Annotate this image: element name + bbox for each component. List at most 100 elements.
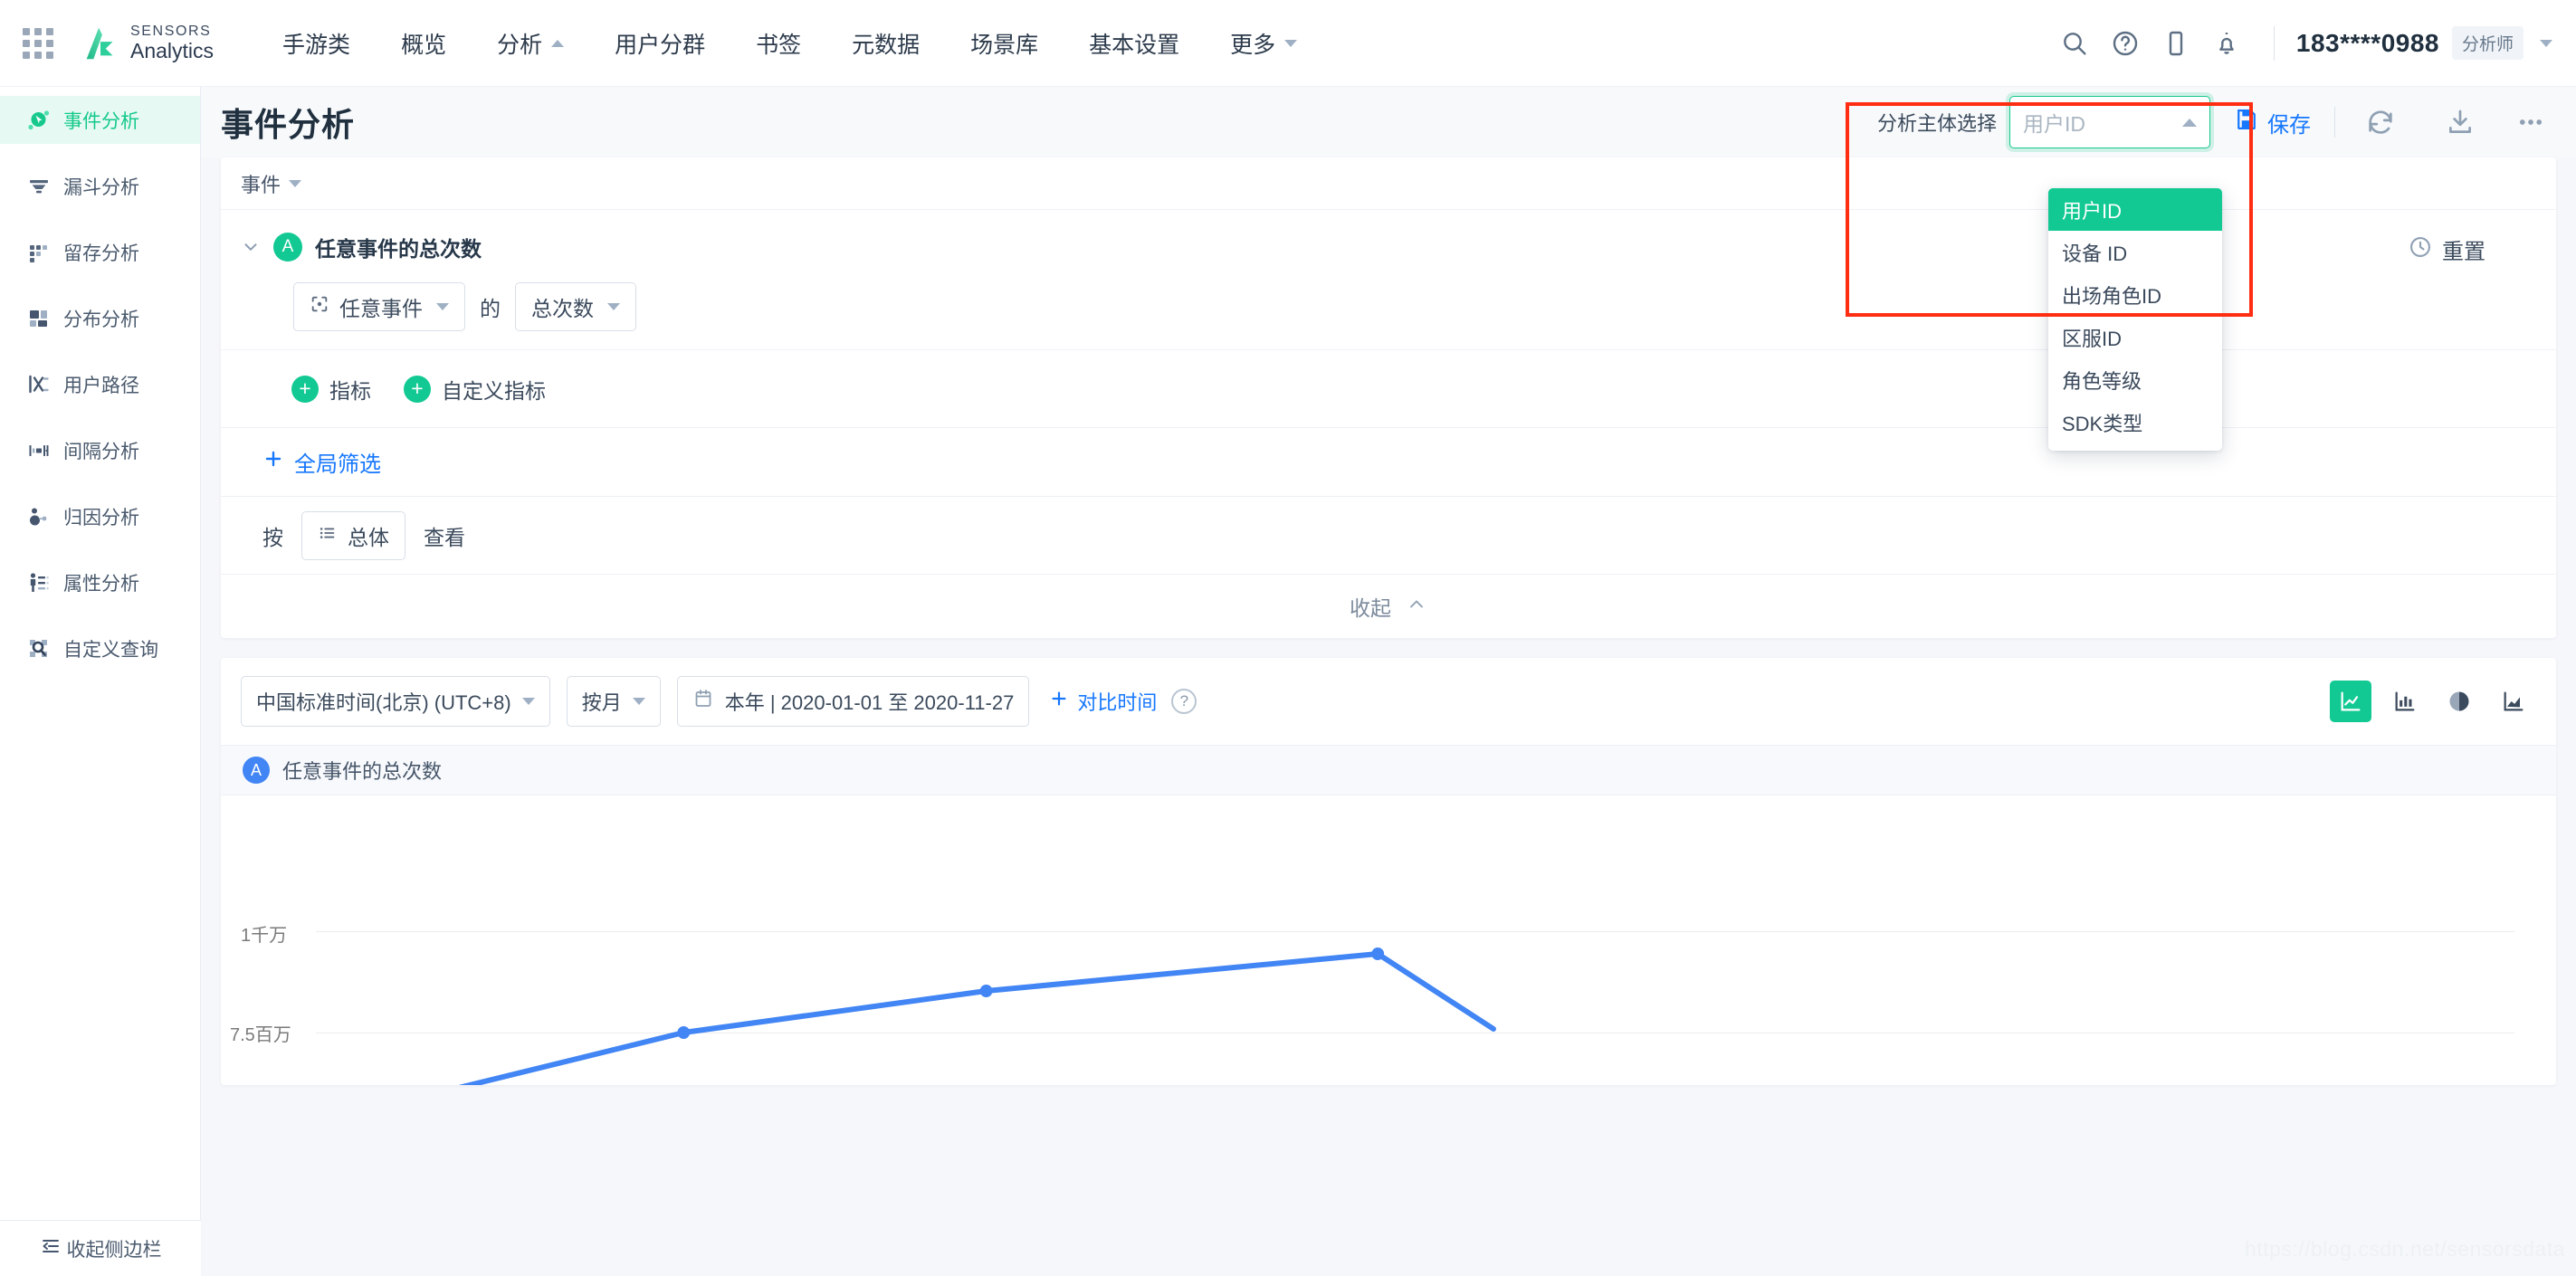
collapse-sidebar-label: 收起侧边栏 bbox=[66, 1239, 162, 1261]
download-icon[interactable] bbox=[2438, 100, 2482, 144]
refresh-icon[interactable] bbox=[2359, 100, 2402, 144]
group-by-row: 按 总体 查看 bbox=[221, 497, 2556, 575]
nav-link-4[interactable]: 书签 bbox=[730, 0, 826, 86]
pie-chart-icon[interactable] bbox=[2438, 681, 2480, 722]
sidebar-item-label: 漏斗分析 bbox=[63, 176, 139, 198]
sidebar-item-custom-query[interactable]: 自定义查询 bbox=[0, 624, 200, 672]
reset-button[interactable]: 重置 bbox=[2408, 233, 2485, 265]
nav-links: 手游类 概览 分析 用户分群 书签 元数据 场景库 基本设置 更多 bbox=[257, 0, 1322, 86]
clock-icon bbox=[2408, 234, 2433, 264]
sidebar-item-event-analysis[interactable]: 事件分析 bbox=[0, 96, 200, 144]
help-circle-icon[interactable] bbox=[2100, 18, 2151, 69]
dropdown-option-label: 设备 ID bbox=[2062, 242, 2128, 265]
reset-label: 重置 bbox=[2442, 240, 2485, 264]
area-chart-icon[interactable] bbox=[2493, 681, 2534, 722]
event-tab-dropdown[interactable]: 事件 bbox=[241, 169, 302, 198]
dropdown-option-4[interactable]: 角色等级 bbox=[2048, 358, 2222, 401]
sidebar-item-attribute-analysis[interactable]: 属性分析 bbox=[0, 558, 200, 606]
plus-icon bbox=[262, 448, 284, 476]
search-icon[interactable] bbox=[2049, 18, 2100, 69]
sidebar-item-label: 事件分析 bbox=[63, 110, 139, 132]
nav-link-label: 手游类 bbox=[282, 32, 351, 58]
dropdown-option-5[interactable]: SDK类型 bbox=[2048, 401, 2222, 443]
dropdown-option-3[interactable]: 区服ID bbox=[2048, 316, 2222, 358]
custom-query-search-icon bbox=[27, 637, 51, 661]
dropdown-option-2[interactable]: 出场角色ID bbox=[2048, 273, 2222, 316]
plus-icon bbox=[1049, 689, 1069, 714]
save-disk-icon bbox=[2234, 107, 2259, 138]
add-metric-button[interactable]: + 指标 bbox=[291, 374, 371, 405]
group-by-selector[interactable]: 总体 bbox=[301, 510, 405, 560]
bar-chart-icon[interactable] bbox=[2384, 681, 2426, 722]
add-global-filter-button[interactable]: 全局筛选 bbox=[262, 446, 381, 478]
nav-link-5[interactable]: 元数据 bbox=[826, 0, 945, 86]
granularity-selector[interactable]: 按月 bbox=[566, 676, 661, 727]
save-button[interactable]: 保存 bbox=[2234, 107, 2311, 138]
sidebar-item-attribution-analysis[interactable]: 归因分析 bbox=[0, 492, 200, 540]
page-title: 事件分析 bbox=[221, 106, 356, 143]
sidebar-item-label: 分布分析 bbox=[63, 309, 139, 330]
chevron-down-icon bbox=[2540, 39, 2552, 47]
add-custom-metric-label: 自定义指标 bbox=[442, 378, 546, 403]
chevron-down-icon[interactable] bbox=[241, 237, 261, 257]
dropdown-option-0[interactable]: 用户ID bbox=[2048, 188, 2222, 231]
sidebar-item-retention-analysis[interactable]: 留存分析 bbox=[0, 228, 200, 276]
nav-link-3[interactable]: 用户分群 bbox=[589, 0, 730, 86]
page-header-actions: 分析主体选择 用户ID 保存 bbox=[1877, 96, 2552, 148]
line-chart-icon[interactable] bbox=[2330, 681, 2371, 722]
page-header: 事件分析 分析主体选择 用户ID 保存 bbox=[201, 87, 2576, 157]
collapse-sidebar-button[interactable]: 收起侧边栏 bbox=[0, 1220, 201, 1276]
collapse-query-button[interactable]: 收起 bbox=[221, 575, 2556, 638]
group-by-value: 总体 bbox=[348, 525, 389, 549]
series-header: A 任意事件的总次数 bbox=[221, 745, 2556, 795]
nav-link-7[interactable]: 基本设置 bbox=[1064, 0, 1205, 86]
metric-connector: 的 bbox=[480, 297, 501, 320]
dropdown-option-label: SDK类型 bbox=[2062, 412, 2143, 435]
account-menu[interactable]: 183****0988 分析师 bbox=[2296, 26, 2552, 60]
nav-link-label: 元数据 bbox=[852, 32, 921, 58]
date-range-selector[interactable]: 本年 | 2020-01-01 至 2020-11-27 bbox=[676, 676, 1030, 727]
chevron-down-icon bbox=[521, 698, 535, 705]
sidebar-item-distribution-analysis[interactable]: 分布分析 bbox=[0, 294, 200, 342]
event-selector[interactable]: 任意事件 bbox=[293, 282, 465, 331]
analysis-subject-label: 分析主体选择 bbox=[1876, 112, 1997, 135]
dropdown-option-1[interactable]: 设备 ID bbox=[2048, 231, 2222, 273]
question-icon[interactable]: ? bbox=[1171, 689, 1197, 714]
chart-canvas[interactable]: 1千万 7.5百万 bbox=[221, 795, 2556, 1085]
timezone-selector[interactable]: 中国标准时间(北京) (UTC+8) bbox=[241, 676, 550, 727]
nav-link-label: 场景库 bbox=[970, 32, 1039, 58]
nav-link-1[interactable]: 概览 bbox=[376, 0, 472, 86]
chart-type-switcher bbox=[2330, 681, 2534, 722]
list-icon bbox=[318, 523, 338, 548]
aggregation-selector[interactable]: 总次数 bbox=[515, 282, 636, 331]
mobile-icon[interactable] bbox=[2151, 18, 2201, 69]
nav-link-label: 分析 bbox=[497, 32, 543, 58]
person-list-icon bbox=[27, 571, 51, 595]
sidebar-item-interval-analysis[interactable]: 间隔分析 bbox=[0, 426, 200, 474]
sidebar-item-user-path[interactable]: 用户路径 bbox=[0, 360, 200, 408]
header-divider bbox=[2334, 107, 2335, 138]
more-dots-icon[interactable] bbox=[2509, 100, 2552, 144]
plus-icon: + bbox=[404, 375, 431, 403]
granularity-value: 按月 bbox=[581, 691, 622, 714]
nav-link-2[interactable]: 分析 bbox=[472, 0, 589, 86]
brand-logo[interactable]: SENSORS Analytics bbox=[80, 23, 214, 64]
nav-link-label: 概览 bbox=[401, 32, 447, 58]
nav-link-8[interactable]: 更多 bbox=[1205, 0, 1322, 86]
event-selector-value: 任意事件 bbox=[339, 297, 423, 320]
dropdown-option-label: 出场角色ID bbox=[2062, 284, 2162, 308]
group-by-suffix: 查看 bbox=[424, 525, 465, 549]
compare-time-button[interactable]: 对比时间 bbox=[1049, 687, 1157, 716]
nav-link-0[interactable]: 手游类 bbox=[257, 0, 376, 86]
bell-icon[interactable] bbox=[2201, 18, 2252, 69]
event-tab-label: 事件 bbox=[241, 173, 281, 196]
nav-link-6[interactable]: 场景库 bbox=[945, 0, 1064, 86]
metric-title: 任意事件的总次数 bbox=[315, 237, 482, 261]
sidebar-item-funnel-analysis[interactable]: 漏斗分析 bbox=[0, 162, 200, 210]
analysis-subject-select[interactable]: 用户ID bbox=[2009, 96, 2210, 148]
nav-divider bbox=[2273, 25, 2275, 61]
chevron-down-icon bbox=[632, 698, 645, 705]
save-label: 保存 bbox=[2267, 112, 2311, 138]
grid-apps-icon[interactable] bbox=[20, 25, 56, 62]
add-custom-metric-button[interactable]: + 自定义指标 bbox=[404, 374, 546, 405]
